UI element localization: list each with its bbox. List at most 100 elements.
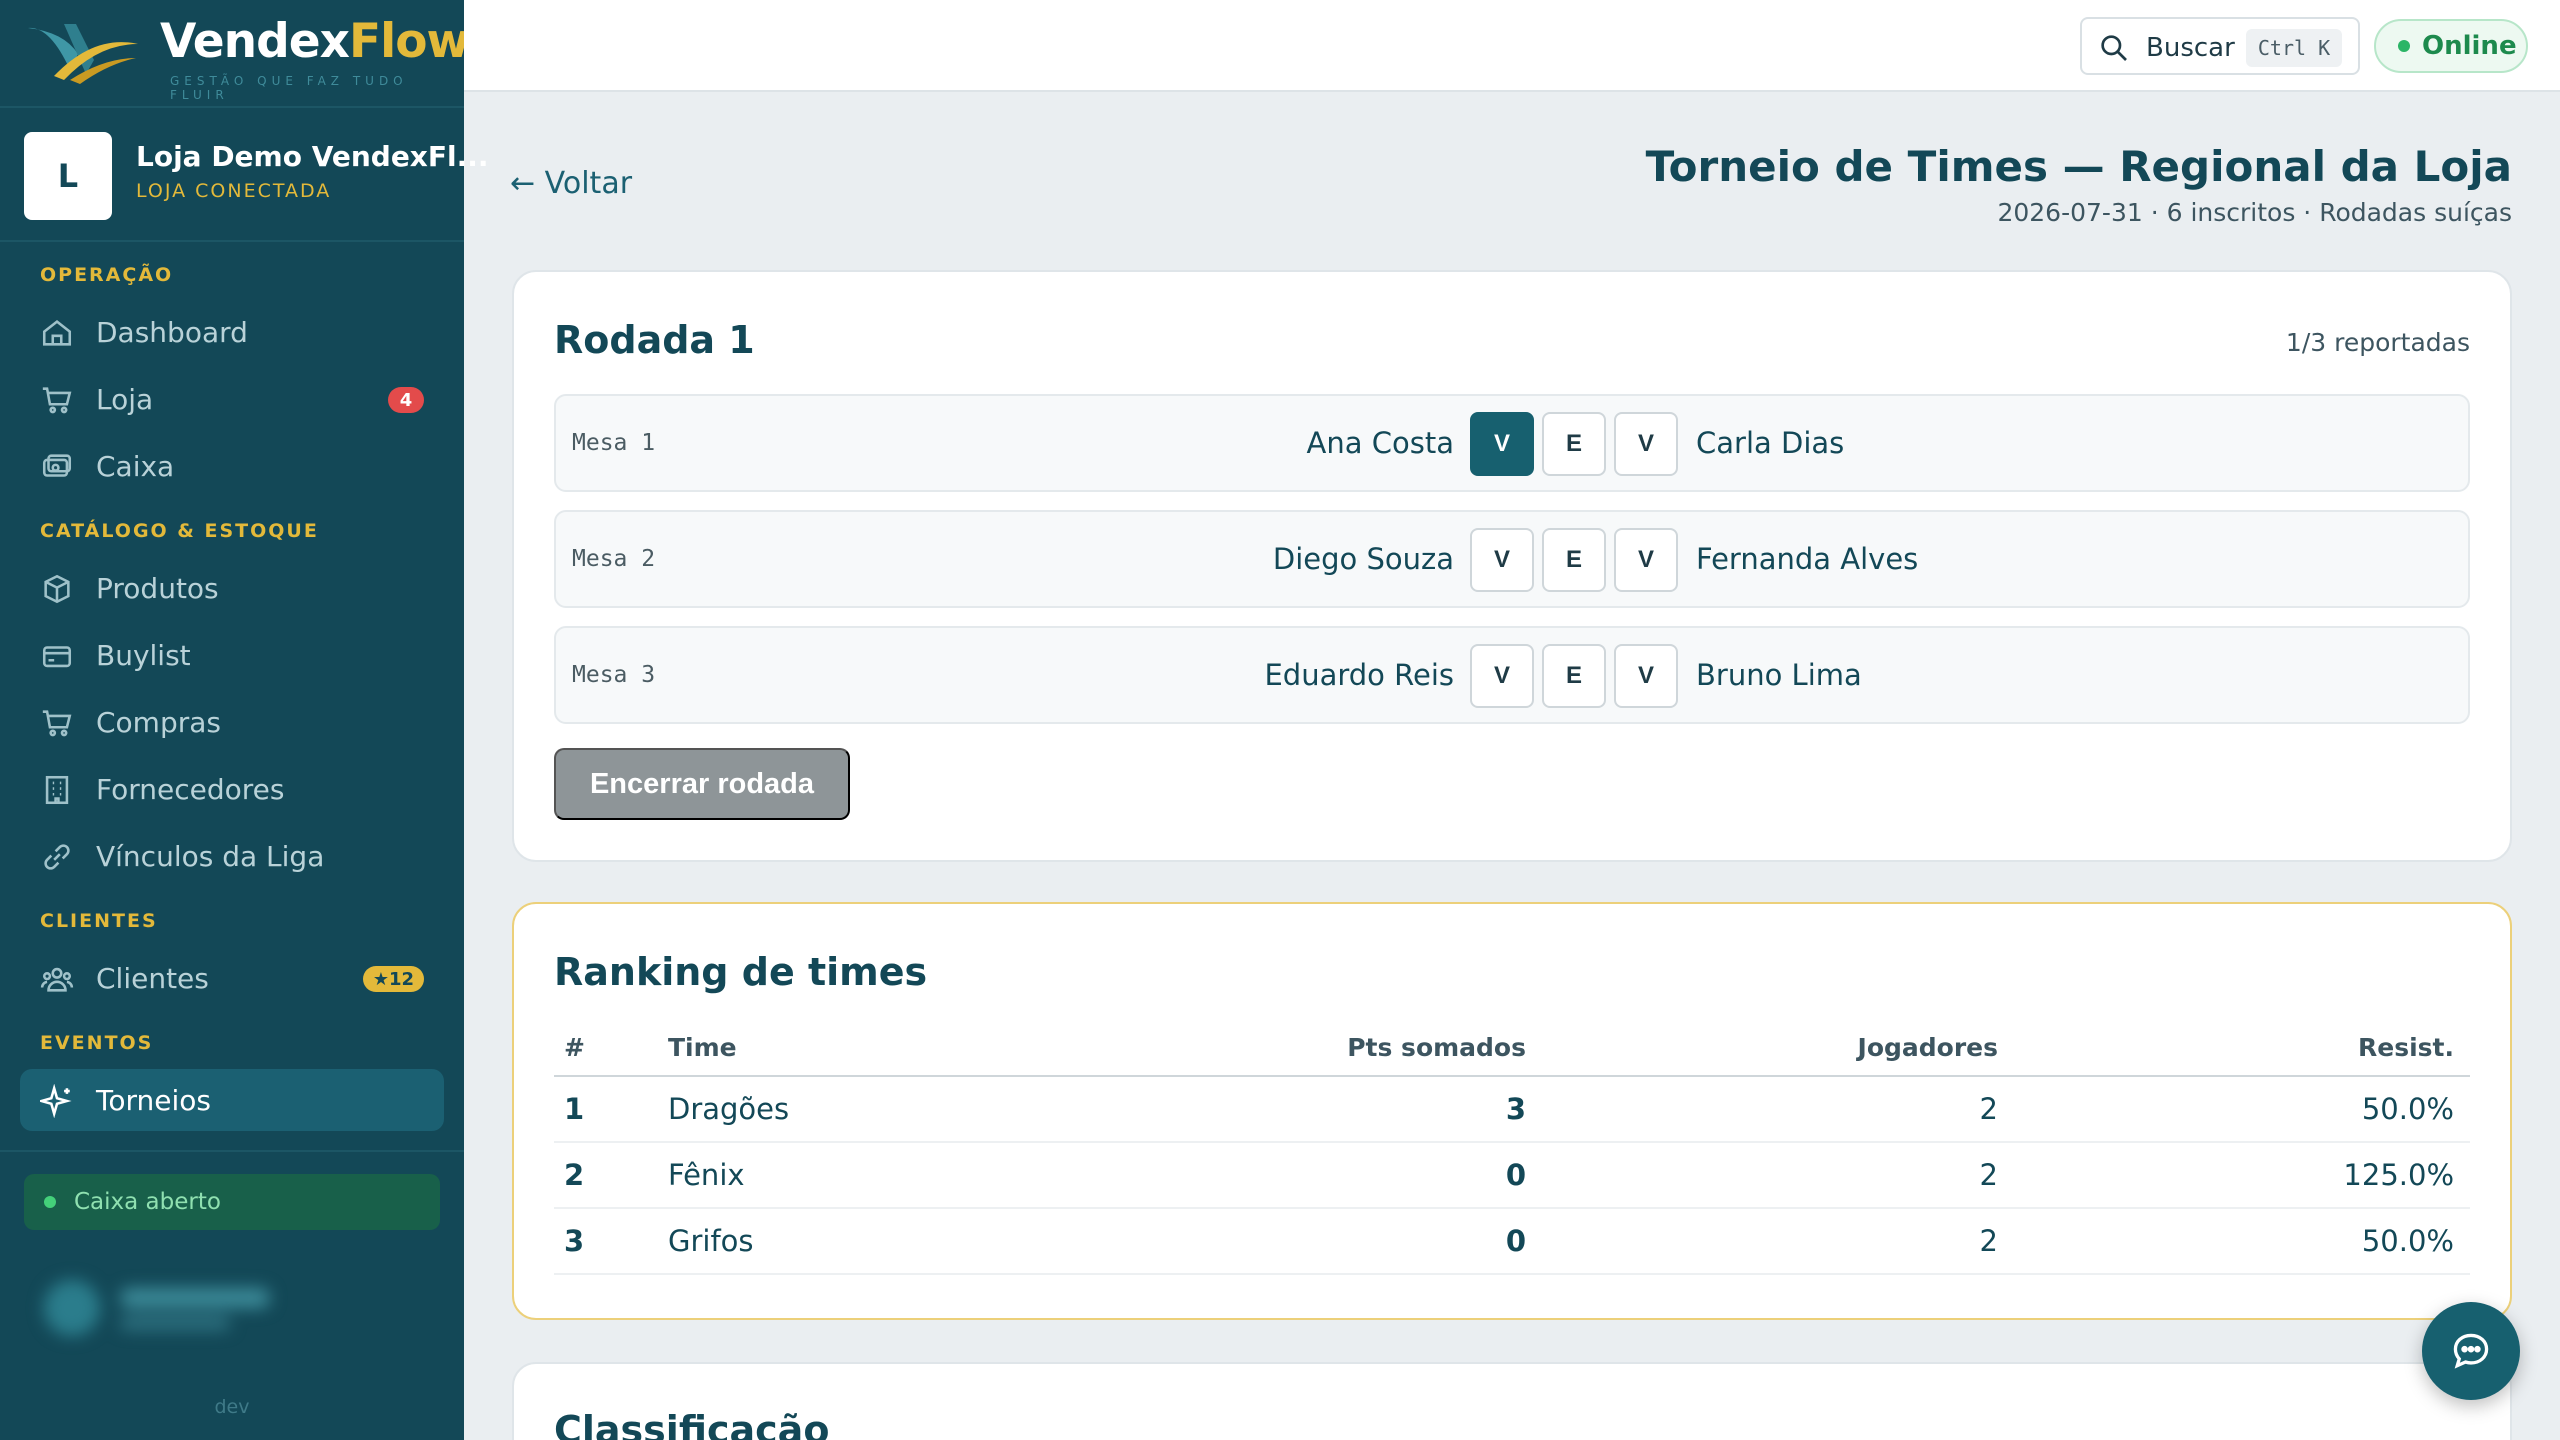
environment-label: dev — [214, 1396, 250, 1418]
sidebar-item-label: Buylist — [96, 638, 191, 672]
sidebar-item-caixa[interactable]: Caixa — [20, 435, 444, 497]
team-name: Dragões — [658, 1076, 1258, 1143]
sidebar-item-label: Clientes — [96, 961, 209, 995]
player-one-win-button[interactable]: V — [1470, 412, 1534, 476]
sparkle-icon — [40, 1084, 72, 1118]
page-title: Torneio de Times — Regional da Loja — [1645, 142, 2512, 191]
match-row: Mesa 2 Diego Souza V E V Fernanda Alves — [554, 510, 2470, 608]
team-players: 2 — [1542, 1142, 2014, 1209]
user-profile-blurred[interactable] — [24, 1260, 440, 1350]
player-two-win-button[interactable]: V — [1614, 412, 1678, 476]
search-shortcut: Ctrl K — [2246, 29, 2342, 67]
cash-status-label: Caixa aberto — [74, 1189, 221, 1215]
team-name: Grifos — [658, 1208, 1258, 1275]
vendexflow-logo-icon — [28, 24, 138, 84]
player-two-name: Carla Dias — [1696, 426, 1845, 460]
chat-button[interactable] — [2422, 1302, 2520, 1400]
search-icon — [2101, 35, 2127, 61]
table-label: Mesa 2 — [572, 546, 656, 572]
sidebar-item-fornecedores[interactable]: Fornecedores — [20, 758, 444, 820]
sidebar-item-label: Dashboard — [96, 315, 248, 349]
player-one-win-button[interactable]: V — [1470, 644, 1534, 708]
player-two-win-button[interactable]: V — [1614, 644, 1678, 708]
standings-card: Classificação — [512, 1362, 2512, 1440]
team-points: 0 — [1258, 1208, 1542, 1275]
team-players: 2 — [1542, 1208, 2014, 1275]
home-icon — [42, 320, 72, 346]
table-label: Mesa 3 — [572, 662, 656, 688]
round-title: Rodada 1 — [554, 318, 755, 362]
table-row: 2 Fênix 0 2 125.0% — [554, 1142, 2470, 1209]
users-icon — [40, 967, 74, 992]
column-header: # — [554, 1020, 658, 1077]
draw-button[interactable]: E — [1542, 644, 1606, 708]
chat-icon — [2453, 1333, 2489, 1369]
end-round-button[interactable]: Encerrar rodada — [554, 748, 850, 820]
rank-position: 1 — [554, 1076, 658, 1143]
brand-header: VendexFlow GESTÃO QUE FAZ TUDO FLUIR — [0, 0, 470, 108]
link-icon — [44, 844, 70, 870]
sidebar-divider — [0, 1150, 464, 1152]
store-avatar: L — [24, 132, 112, 220]
player-one-name: Diego Souza — [1272, 542, 1454, 576]
section-catalogo: CATÁLOGO & ESTOQUE — [40, 520, 319, 542]
cart-icon — [42, 710, 72, 737]
sidebar-item-label: Fornecedores — [96, 772, 285, 806]
sidebar-item-label: Loja — [96, 382, 154, 416]
sidebar-item-clientes[interactable]: Clientes ★12 — [20, 947, 444, 1009]
sidebar-item-loja[interactable]: Loja 4 — [20, 368, 444, 430]
sidebar-item-label: Produtos — [96, 571, 219, 605]
sidebar-item-label: Torneios — [96, 1083, 211, 1117]
player-one-name: Eduardo Reis — [1264, 658, 1454, 692]
table-row: 1 Dragões 3 2 50.0% — [554, 1076, 2470, 1143]
team-ranking-card: Ranking de times # Time Pts somados Joga… — [512, 902, 2512, 1320]
top-bar: Buscar Ctrl K Online — [464, 0, 2560, 92]
team-resistance: 50.0% — [2014, 1076, 2470, 1143]
table-header-row: # Time Pts somados Jogadores Resist. — [554, 1020, 2470, 1077]
section-operacao: OPERAÇÃO — [40, 264, 174, 286]
cash-icon — [42, 454, 72, 477]
player-one-win-button[interactable]: V — [1470, 528, 1534, 592]
sidebar-item-label: Caixa — [96, 449, 175, 483]
sidebar-item-label: Vínculos da Liga — [96, 839, 325, 873]
cash-status-badge[interactable]: Caixa aberto — [24, 1174, 440, 1230]
column-header: Resist. — [2014, 1020, 2470, 1077]
table-row: 3 Grifos 0 2 50.0% — [554, 1208, 2470, 1275]
sidebar-item-compras[interactable]: Compras — [20, 691, 444, 753]
team-resistance: 50.0% — [2014, 1208, 2470, 1275]
avatar — [44, 1280, 100, 1336]
column-header: Pts somados — [1258, 1020, 1542, 1077]
notification-badge: 4 — [388, 387, 424, 413]
sidebar-item-dashboard[interactable]: Dashboard — [20, 301, 444, 363]
brand-name: VendexFlow — [160, 14, 470, 69]
cart-icon — [42, 387, 72, 414]
sidebar-item-buylist[interactable]: Buylist — [20, 624, 444, 686]
team-points: 3 — [1258, 1076, 1542, 1143]
standings-title: Classificação — [554, 1408, 830, 1440]
sidebar: VendexFlow GESTÃO QUE FAZ TUDO FLUIR L L… — [0, 0, 489, 1440]
round-card: Rodada 1 1/3 reportadas Mesa 1 Ana Costa… — [512, 270, 2512, 862]
section-eventos: EVENTOS — [40, 1032, 154, 1054]
player-one-name: Ana Costa — [1306, 426, 1454, 460]
draw-button[interactable]: E — [1542, 412, 1606, 476]
ranking-table: # Time Pts somados Jogadores Resist. 1 D… — [554, 1020, 2470, 1275]
ranking-title: Ranking de times — [554, 950, 928, 994]
table-label: Mesa 1 — [572, 430, 656, 456]
sidebar-item-produtos[interactable]: Produtos — [20, 557, 444, 619]
store-status: LOJA CONECTADA — [136, 180, 332, 202]
team-points: 0 — [1258, 1142, 1542, 1209]
player-two-name: Fernanda Alves — [1696, 542, 1919, 576]
reported-count: 1/3 reportadas — [2285, 328, 2470, 357]
back-link[interactable]: ← Voltar — [510, 166, 632, 201]
team-players: 2 — [1542, 1076, 2014, 1143]
building-icon — [45, 775, 69, 805]
online-status-label: Online — [2422, 31, 2517, 61]
player-two-win-button[interactable]: V — [1614, 528, 1678, 592]
draw-button[interactable]: E — [1542, 528, 1606, 592]
search-button[interactable]: Buscar Ctrl K — [2080, 17, 2360, 75]
sidebar-item-vinculos[interactable]: Vínculos da Liga — [20, 825, 444, 887]
online-status-badge: Online — [2374, 19, 2528, 73]
sidebar-item-torneios[interactable]: Torneios — [20, 1069, 444, 1131]
status-dot-icon — [2398, 40, 2410, 52]
store-switcher[interactable]: L Loja Demo VendexFl... LOJA CONECTADA — [0, 108, 489, 242]
